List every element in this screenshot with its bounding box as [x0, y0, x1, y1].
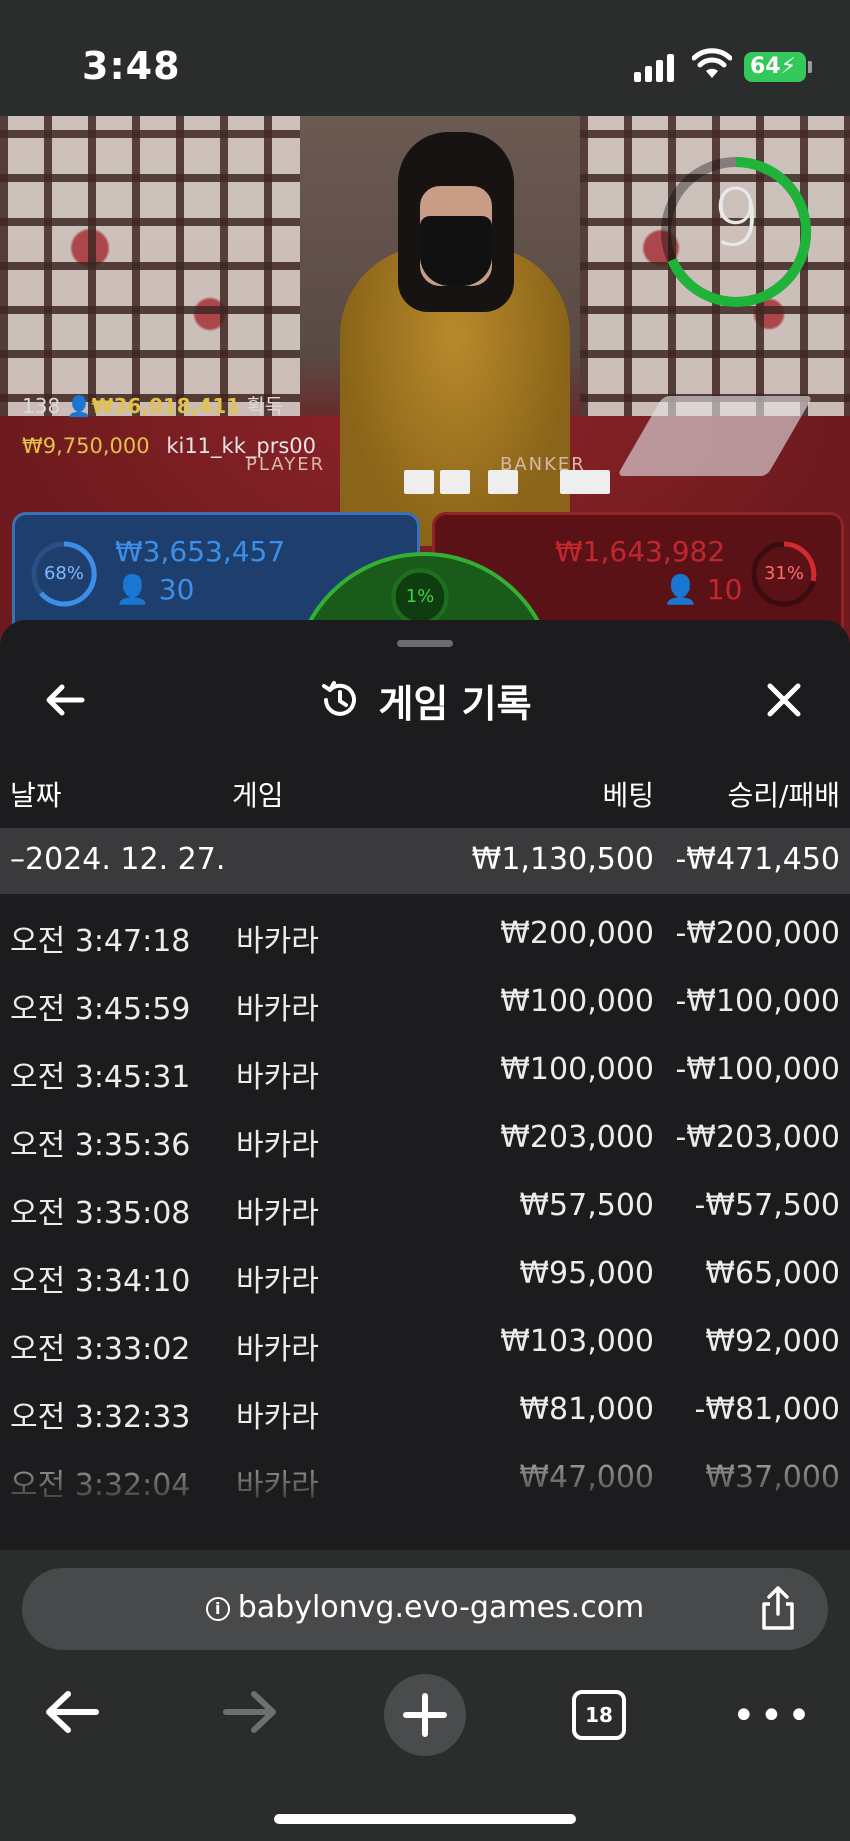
row-bet: ₩203,000	[500, 1120, 654, 1155]
row-time: 오전 3:35:08	[10, 1196, 191, 1231]
recent-win-amount: ₩9,750,000	[22, 434, 150, 458]
history-list: 오전 3:47:18 바카라 ₩200,000 -₩200,000 오전 3:45:59…	[0, 894, 850, 1506]
dealer-mask	[420, 216, 492, 286]
battery-level: 64	[750, 54, 781, 79]
history-row[interactable]: 오전 3:32:33 바카라 ₩81,000 -₩81,000	[0, 1370, 850, 1438]
row-result: -₩57,500	[694, 1188, 840, 1223]
row-result: -₩100,000	[675, 1052, 840, 1087]
row-result: ₩65,000	[705, 1256, 840, 1291]
row-time: 오전 3:45:59	[10, 992, 191, 1027]
tab-count: 18	[585, 1703, 613, 1727]
history-row[interactable]: 오전 3:35:36 바카라 ₩203,000 -₩203,000	[0, 1098, 850, 1166]
row-result: -₩200,000	[675, 916, 840, 951]
card	[404, 470, 434, 494]
row-bet: ₩100,000	[500, 984, 654, 1019]
history-row[interactable]: 오전 3:33:02 바카라 ₩103,000 ₩92,000	[0, 1302, 850, 1370]
banker-bet-amount: ₩1,643,982	[555, 535, 726, 568]
history-row[interactable]: 오전 3:35:08 바카라 ₩57,500 -₩57,500	[0, 1166, 850, 1234]
sheet-header: 게임 기록	[0, 670, 850, 730]
row-result: -₩81,000	[694, 1392, 840, 1427]
date-group-result-total: -₩471,450	[675, 842, 840, 877]
user-icon: 👤	[115, 573, 150, 606]
tie-percent: 1%	[405, 586, 435, 607]
info-icon: i	[205, 1597, 230, 1621]
new-tab-button[interactable]	[384, 1674, 466, 1756]
date-group-bet-total: ₩1,130,500	[471, 842, 654, 877]
row-game: 바카라	[236, 1332, 319, 1367]
history-row[interactable]: 오전 3:34:10 바카라 ₩95,000 ₩65,000	[0, 1234, 850, 1302]
row-game: 바카라	[236, 1196, 319, 1231]
recent-winner: ₩9,750,000 ki11_kk_prs00	[22, 434, 316, 458]
date-group-row[interactable]: –2024. 12. 27. ₩1,130,500 -₩471,450	[0, 828, 850, 894]
history-row[interactable]: 오전 3:45:59 바카라 ₩100,000 -₩100,000	[0, 962, 850, 1030]
browser-back-icon[interactable]	[44, 1690, 100, 1734]
list-fade	[0, 1430, 850, 1550]
tabs-button[interactable]: 18	[572, 1690, 626, 1740]
clock: 3:48	[82, 44, 181, 88]
row-time: 오전 3:33:02	[10, 1332, 191, 1367]
viewer-count: 138	[22, 394, 61, 418]
stats-overlay: 138 👤₩36,018,411 획득	[22, 390, 283, 419]
more-menu-icon[interactable]: •••	[732, 1696, 815, 1736]
row-time: 오전 3:34:10	[10, 1264, 191, 1299]
countdown-timer: 9	[711, 174, 761, 264]
winnings-suffix: 획득	[246, 394, 284, 418]
row-bet: ₩81,000	[519, 1392, 654, 1427]
card	[440, 470, 470, 494]
banker-bettor-count: 10	[706, 573, 743, 606]
total-winnings: ₩36,018,411	[91, 394, 241, 418]
date-group-label: –2024. 12. 27.	[10, 842, 226, 877]
row-time: 오전 3:35:36	[10, 1128, 191, 1163]
row-game: 바카라	[236, 924, 319, 959]
home-indicator	[274, 1814, 576, 1824]
row-bet: ₩95,000	[519, 1256, 654, 1291]
row-game: 바카라	[236, 1264, 319, 1299]
banker-percent: 31%	[763, 563, 804, 584]
column-header-game: 게임	[232, 779, 284, 812]
column-header-date: 날짜	[10, 779, 62, 812]
history-icon	[322, 681, 357, 716]
sheet-title: 게임 기록	[378, 681, 532, 726]
plus-icon	[403, 1693, 447, 1737]
row-time: 오전 3:45:31	[10, 1060, 191, 1095]
row-result: -₩203,000	[675, 1120, 840, 1155]
url-text: babylonvg.evo-games.com	[237, 1590, 645, 1625]
row-game: 바카라	[236, 992, 319, 1027]
row-game: 바카라	[236, 1128, 319, 1163]
history-row[interactable]: 오전 3:47:18 바카라 ₩200,000 -₩200,000	[0, 894, 850, 962]
recent-win-user: ki11_kk_prs00	[166, 434, 316, 458]
share-icon[interactable]	[756, 1584, 800, 1632]
column-header-result: 승리/패배	[727, 779, 840, 812]
history-row[interactable]: 오전 3:45:31 바카라 ₩100,000 -₩100,000	[0, 1030, 850, 1098]
cellular-signal-icon	[634, 52, 676, 82]
close-icon[interactable]	[754, 670, 814, 730]
row-bet: ₩103,000	[500, 1324, 654, 1359]
row-game: 바카라	[236, 1060, 319, 1095]
row-bet: ₩200,000	[500, 916, 654, 951]
row-result: -₩100,000	[675, 984, 840, 1019]
player-bettor-count: 30	[158, 573, 195, 606]
user-icon: 👤	[663, 573, 698, 606]
table-label-banker: BANKER	[500, 454, 586, 475]
status-bar: 3:48 64⚡	[0, 0, 850, 116]
user-icon: 👤	[66, 394, 92, 418]
game-history-sheet: 게임 기록 날짜 게임 베팅 승리/패배 –2024. 12. 27. ₩1,1…	[0, 620, 850, 1550]
address-bar[interactable]: i babylonvg.evo-games.com	[22, 1568, 828, 1650]
browser-forward-icon[interactable]	[222, 1690, 278, 1734]
table-header: 날짜 게임 베팅 승리/패배	[0, 758, 850, 828]
browser-toolbar: i babylonvg.evo-games.com 18 •••	[0, 1550, 850, 1841]
player-percent: 68%	[43, 563, 84, 584]
sheet-grabber[interactable]	[397, 640, 453, 647]
row-bet: ₩100,000	[500, 1052, 654, 1087]
wifi-icon	[692, 48, 732, 78]
row-result: ₩92,000	[705, 1324, 840, 1359]
live-video-stream[interactable]: PLAYER BANKER 9 138 👤₩36,018,411 획득 ₩9,7…	[0, 116, 850, 646]
battery-icon: 64⚡	[744, 52, 812, 82]
row-bet: ₩57,500	[519, 1188, 654, 1223]
row-time: 오전 3:47:18	[10, 924, 191, 959]
column-header-bet: 베팅	[602, 779, 654, 812]
player-bet-amount: ₩3,653,457	[115, 535, 286, 568]
